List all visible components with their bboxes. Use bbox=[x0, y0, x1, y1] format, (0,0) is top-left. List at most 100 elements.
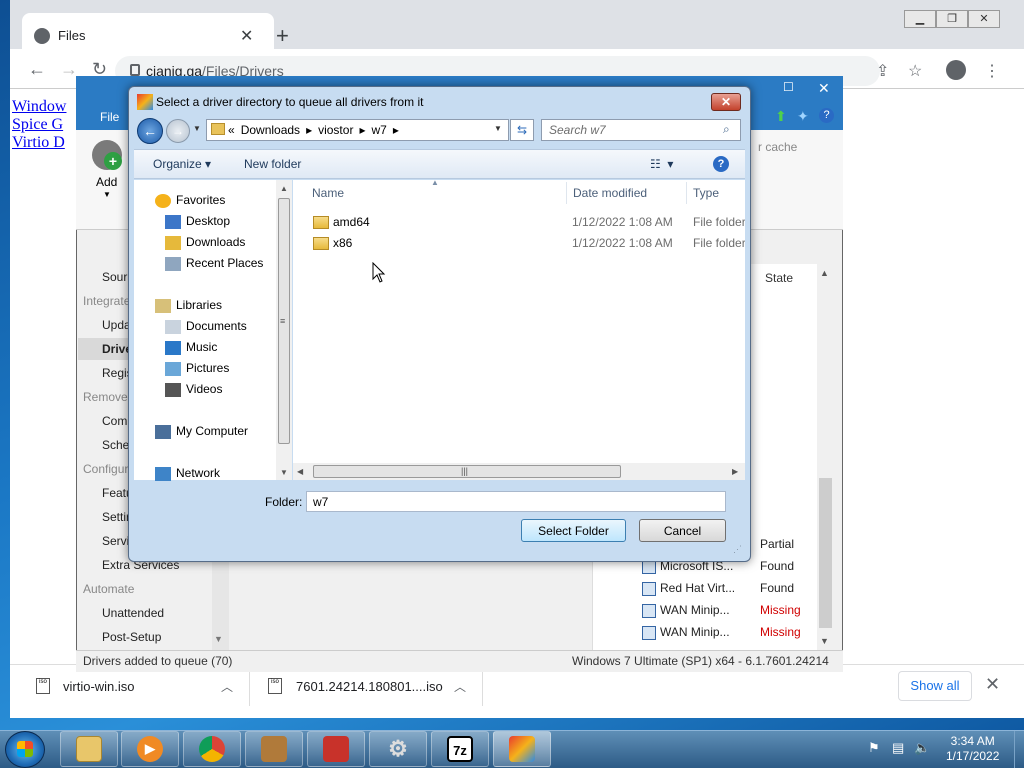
download-item-name[interactable]: 7601.24214.180801....iso bbox=[296, 679, 443, 694]
tab-close-icon[interactable]: ✕ bbox=[240, 26, 253, 46]
column-header-state[interactable]: State bbox=[765, 271, 793, 285]
search-icon[interactable]: ⌕ bbox=[723, 122, 730, 137]
action-center-flag-icon[interactable]: ⚑ bbox=[868, 740, 880, 756]
sidebar-item[interactable]: Upda bbox=[102, 318, 131, 332]
nav-item-recent-places[interactable]: Recent Places bbox=[186, 256, 263, 270]
views-icon[interactable]: ☷ ▾ bbox=[650, 157, 673, 171]
minimize-icon[interactable]: ▁ bbox=[904, 10, 936, 28]
sidebar-item[interactable]: Sche bbox=[102, 438, 129, 452]
help-icon[interactable]: ? bbox=[819, 108, 834, 123]
page-link[interactable]: Virtio D bbox=[12, 134, 65, 152]
forward-arrow-icon[interactable]: → bbox=[166, 119, 190, 143]
scroll-down-arrow-icon[interactable]: ▼ bbox=[214, 634, 223, 644]
music-icon bbox=[165, 341, 181, 355]
help-icon[interactable]: ? bbox=[713, 156, 729, 172]
nav-item-network[interactable]: Network bbox=[176, 466, 220, 480]
download-item-name[interactable]: virtio-win.iso bbox=[63, 679, 135, 694]
sidebar-item[interactable]: Servi bbox=[102, 534, 129, 548]
folder-icon bbox=[313, 216, 329, 229]
scroll-right-arrow-icon[interactable]: ▶ bbox=[732, 467, 738, 476]
scroll-down-arrow-icon[interactable]: ▼ bbox=[280, 468, 288, 477]
close-icon[interactable]: ✕ bbox=[968, 10, 1000, 28]
show-all-button[interactable]: Show all bbox=[898, 671, 972, 701]
breadcrumb-separator[interactable]: ▸ bbox=[393, 123, 399, 137]
page-link[interactable]: Spice G bbox=[12, 116, 63, 134]
new-folder-button[interactable]: New folder bbox=[244, 157, 301, 171]
column-divider[interactable] bbox=[686, 182, 687, 204]
breadcrumb-separator[interactable]: ▸ bbox=[359, 123, 365, 137]
scroll-left-arrow-icon[interactable]: ◀ bbox=[297, 467, 303, 476]
nav-item-videos[interactable]: Videos bbox=[186, 382, 222, 396]
sidebar-item[interactable]: Sour bbox=[102, 270, 127, 284]
volume-icon[interactable]: 🔈 bbox=[914, 740, 930, 756]
system-clock[interactable]: 3:34 AM 1/17/2022 bbox=[946, 734, 999, 764]
nav-item-my-computer[interactable]: My Computer bbox=[176, 424, 248, 438]
recent-places-icon bbox=[165, 257, 181, 271]
back-arrow-icon[interactable]: ← bbox=[28, 59, 46, 80]
column-header-date[interactable]: Date modified bbox=[573, 186, 647, 200]
nav-item-documents[interactable]: Documents bbox=[186, 319, 247, 333]
folder-icon bbox=[76, 736, 102, 762]
scrollbar-thumb[interactable] bbox=[819, 478, 832, 628]
new-tab-icon[interactable]: + bbox=[276, 23, 289, 49]
network-icon[interactable]: ▤ bbox=[892, 740, 904, 756]
column-header-type[interactable]: Type bbox=[693, 186, 719, 200]
star-icon bbox=[155, 194, 171, 208]
cache-label: r cache bbox=[758, 140, 798, 154]
column-header-name[interactable]: Name bbox=[312, 186, 344, 200]
column-divider[interactable] bbox=[566, 182, 567, 204]
search-placeholder: Search w7 bbox=[549, 123, 606, 137]
breadcrumb-item[interactable]: Downloads bbox=[241, 123, 300, 137]
nav-item-downloads[interactable]: Downloads bbox=[186, 235, 245, 249]
kebab-menu-icon[interactable]: ⋮ bbox=[984, 61, 1000, 81]
sidebar-item[interactable]: Post-Setup bbox=[102, 630, 161, 644]
resize-grip-icon[interactable]: ⋰ bbox=[733, 544, 742, 555]
star-bookmark-icon[interactable]: ☆ bbox=[908, 61, 922, 81]
nav-item-libraries[interactable]: Libraries bbox=[176, 298, 222, 312]
update-arrow-icon[interactable]: ⬆ bbox=[775, 108, 787, 125]
add-plus-icon[interactable]: + bbox=[104, 152, 122, 170]
breadcrumb-item[interactable]: w7 bbox=[371, 123, 386, 137]
scroll-up-arrow-icon[interactable]: ▲ bbox=[820, 268, 829, 278]
cancel-button[interactable]: Cancel bbox=[639, 519, 726, 542]
chevron-down-icon[interactable]: ▼ bbox=[494, 124, 502, 133]
nav-item-favorites[interactable]: Favorites bbox=[176, 193, 225, 207]
close-icon[interactable]: ✕ bbox=[711, 93, 741, 111]
maximize-icon[interactable]: ☐ bbox=[783, 80, 794, 94]
nav-item-pictures[interactable]: Pictures bbox=[186, 361, 229, 375]
breadcrumb-separator[interactable]: ▸ bbox=[306, 123, 312, 137]
driver-state: Missing bbox=[760, 603, 801, 617]
back-arrow-icon[interactable]: ← bbox=[137, 118, 163, 144]
scroll-up-arrow-icon[interactable]: ▲ bbox=[280, 184, 288, 193]
page-link[interactable]: Window bbox=[12, 98, 66, 116]
sidebar-item[interactable]: Com bbox=[102, 414, 127, 428]
tab-title: Files bbox=[58, 28, 86, 43]
restore-icon[interactable]: ❐ bbox=[936, 10, 968, 28]
profile-avatar[interactable] bbox=[946, 60, 966, 80]
chevron-up-icon[interactable]: ︿ bbox=[221, 678, 233, 695]
ntlite-app-icon bbox=[137, 94, 153, 110]
breadcrumb-item[interactable]: viostor bbox=[318, 123, 353, 137]
sidebar-item[interactable]: Unattended bbox=[102, 606, 164, 620]
add-button-label[interactable]: Add bbox=[96, 175, 117, 189]
close-icon[interactable]: ✕ bbox=[818, 80, 830, 97]
breadcrumb[interactable]: « Downloads ▸ viostor ▸ w7 ▸ bbox=[228, 123, 399, 137]
scroll-grip-icon: ≡ bbox=[280, 316, 286, 326]
organize-button[interactable]: Organize ▾ bbox=[153, 157, 211, 171]
chevron-up-icon[interactable]: ︿ bbox=[454, 678, 466, 695]
share-icon[interactable]: ⇪ bbox=[876, 61, 889, 81]
nav-item-music[interactable]: Music bbox=[186, 340, 217, 354]
scroll-down-arrow-icon[interactable]: ▼ bbox=[820, 636, 829, 646]
twitter-icon[interactable]: ✦ bbox=[797, 108, 809, 125]
refresh-icon[interactable]: ⇆ bbox=[510, 119, 534, 141]
breadcrumb-overflow[interactable]: « bbox=[228, 123, 235, 137]
nav-item-desktop[interactable]: Desktop bbox=[186, 214, 230, 228]
chevron-down-icon[interactable]: ▼ bbox=[193, 124, 201, 133]
close-icon[interactable]: ✕ bbox=[985, 674, 1000, 695]
chevron-down-icon[interactable]: ▼ bbox=[103, 190, 111, 199]
select-folder-button[interactable]: Select Folder bbox=[521, 519, 626, 542]
show-desktop-button[interactable] bbox=[1014, 731, 1024, 768]
sidebar-item[interactable]: Settir bbox=[102, 510, 130, 524]
file-menu[interactable]: File bbox=[100, 110, 119, 124]
folder-name-field[interactable]: w7 bbox=[306, 491, 726, 512]
